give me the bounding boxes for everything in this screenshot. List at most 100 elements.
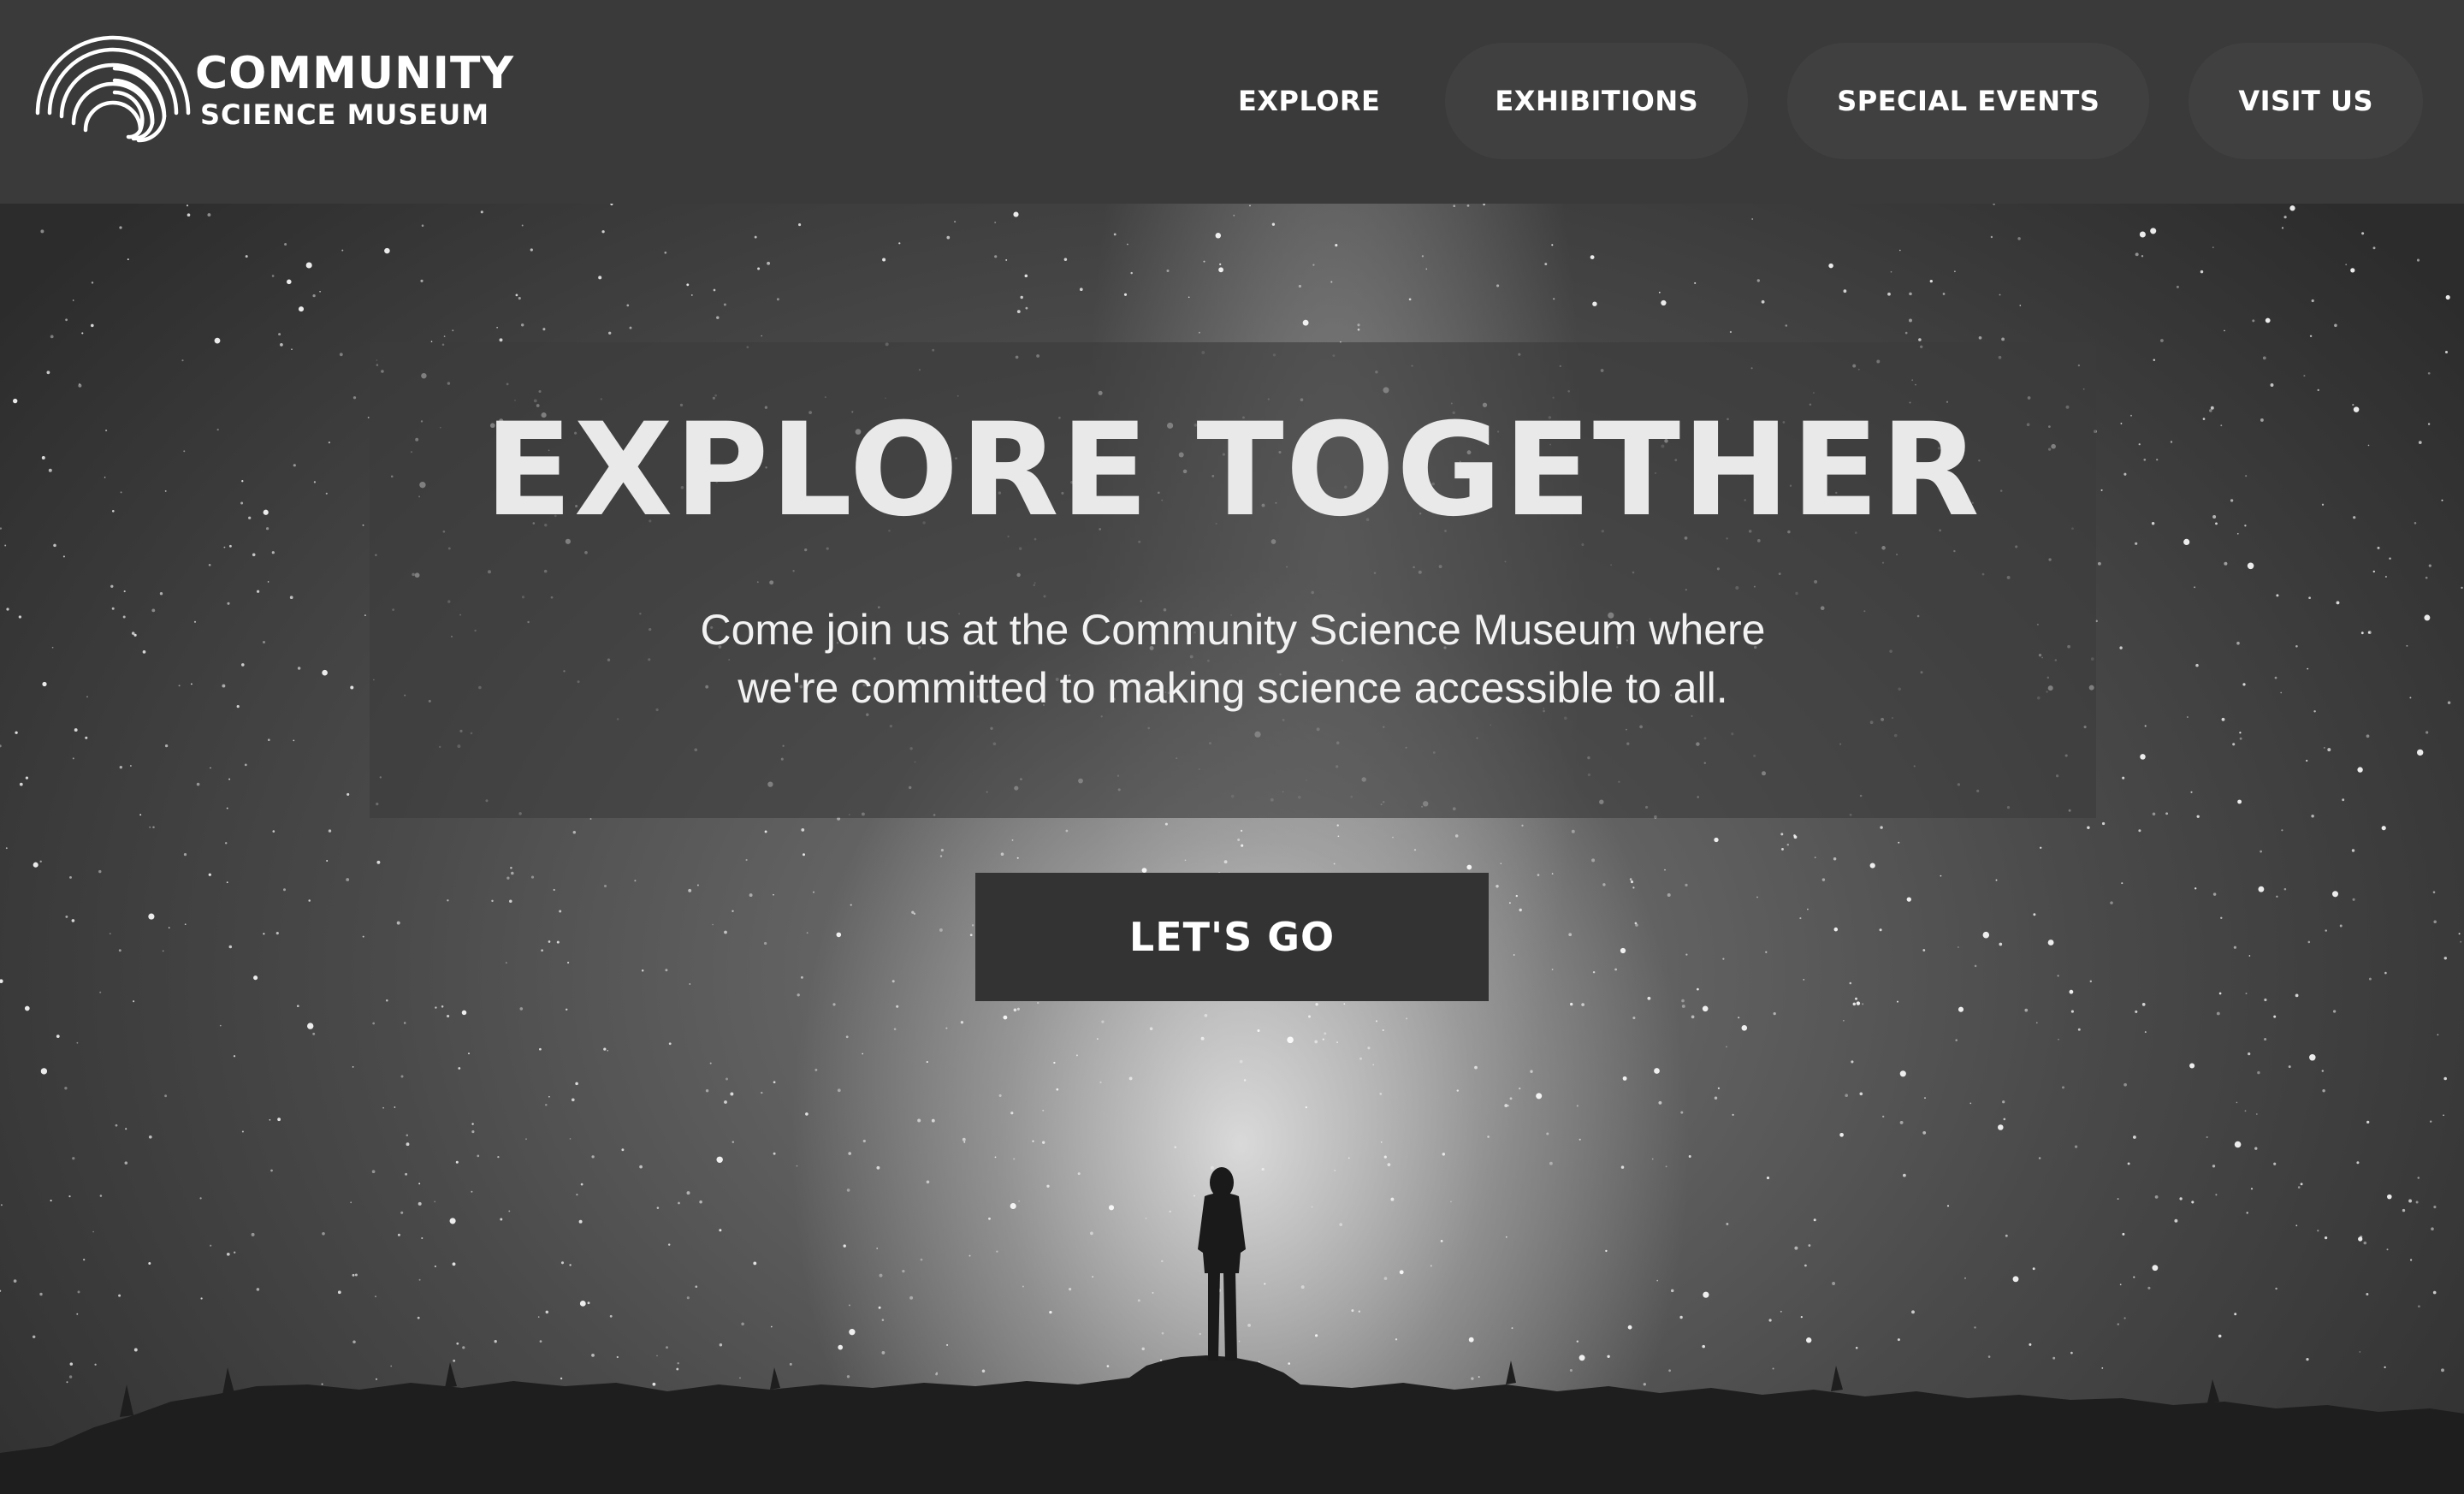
star [2123,1317,2126,1319]
star [882,258,886,262]
star [1425,268,1428,270]
star [226,881,228,884]
star [2052,1356,2056,1360]
star [878,1306,881,1309]
star [453,1359,456,1362]
star [435,1006,437,1009]
star [1629,878,1632,880]
star [293,739,295,742]
star [2264,1037,2267,1041]
nav-item-visit-us[interactable]: VISIT US [2189,43,2423,159]
star [1174,1146,1176,1148]
star [2384,1366,2386,1369]
star [2425,576,2428,579]
star [1287,1036,1294,1044]
star [2443,1114,2444,1117]
star [2246,1212,2248,1214]
star [471,1190,473,1193]
star [902,1269,905,1273]
star [2236,1101,2238,1104]
star [1590,255,1595,260]
star [1011,839,1014,841]
star [1018,1200,1020,1202]
star [2233,946,2237,949]
star [1468,1337,1474,1343]
star [530,248,533,252]
star [277,1118,281,1122]
star [1056,1088,1059,1091]
star [1544,263,1548,266]
star [263,509,269,515]
star [603,884,607,888]
star [1658,291,1661,293]
site-header: COMMUNITY SCIENCE MUSEUM EXPLORE EXHIBIT… [0,0,2464,204]
star [152,826,155,829]
star [1421,255,1424,258]
star [1149,1027,1153,1031]
star [18,615,22,619]
star [98,869,102,874]
star [1106,1365,1110,1367]
star [2352,898,2355,901]
star [1665,1165,1667,1168]
star [2123,472,2127,476]
star [1240,829,1243,833]
star [1339,1223,1343,1226]
star [664,251,667,254]
star [362,935,364,938]
star [1382,1029,1384,1031]
star [42,681,47,687]
star [68,1195,71,1198]
brand-logo-link[interactable]: COMMUNITY SCIENCE MUSEUM [33,31,514,151]
nav-item-special-events[interactable]: SPECIAL EVENTS [1787,43,2150,159]
star [1942,293,1946,295]
star [443,335,446,337]
star [1643,1383,1646,1386]
star [971,924,974,927]
star [99,1195,103,1197]
star [1741,1025,1748,1031]
star [354,1273,358,1277]
star [2414,522,2417,525]
star [2339,924,2343,928]
star [1013,211,1019,217]
star [375,1295,376,1298]
star [118,1294,121,1297]
star [2135,252,2139,257]
star [946,235,951,240]
star [936,1372,939,1374]
star [2244,525,2247,527]
star [252,553,256,557]
star [571,1098,575,1102]
hero-subtitle: Come join us at the Community Science Mu… [370,601,2096,717]
star [2386,1248,2389,1251]
star [1042,1109,1045,1112]
star [1324,1032,1327,1035]
star [208,563,211,566]
star [1722,957,1725,960]
star [83,1258,86,1261]
star [510,866,512,869]
star [1258,1361,1260,1363]
nav-item-explore[interactable]: EXPLORE [1212,43,1406,159]
star [1210,1165,1214,1170]
star [589,818,592,820]
lets-go-button[interactable]: LET'S GO [975,873,1489,1001]
main-nav: EXPLORE EXHIBITIONS SPECIAL EVENTS VISIT… [1212,26,2423,176]
star [434,1265,436,1268]
star [1772,1367,1774,1370]
star [676,1367,679,1371]
star [1906,897,1911,902]
star [2327,748,2331,752]
star [2237,799,2242,804]
nav-item-exhibitions[interactable]: EXHIBITIONS [1445,43,1749,159]
star [2260,418,2264,422]
star [2057,975,2059,977]
star [2220,424,2223,427]
star [1581,1003,1584,1006]
star [119,226,122,229]
star [757,267,761,270]
star [312,293,316,298]
star [151,608,156,613]
star [74,728,78,732]
